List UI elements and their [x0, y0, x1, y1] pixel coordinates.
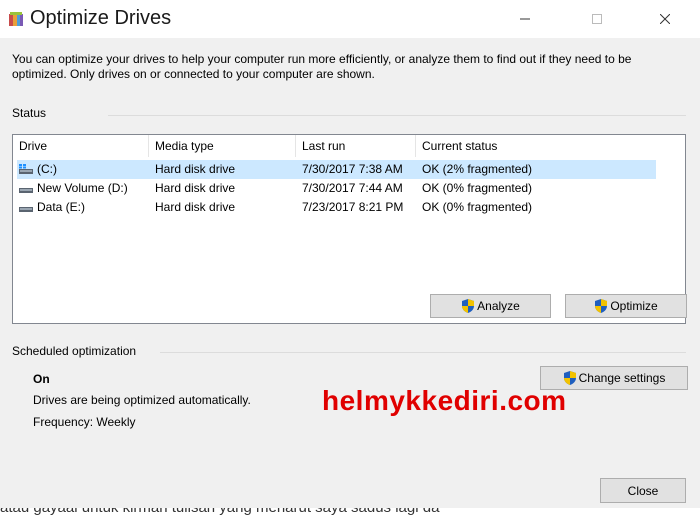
- column-media-type[interactable]: Media type: [149, 135, 296, 157]
- scheduled-separator: [160, 352, 686, 353]
- schedule-frequency: Frequency: Weekly: [33, 415, 136, 429]
- cell-media-type: Hard disk drive: [155, 162, 236, 176]
- dialog-content: You can optimize your drives to help you…: [0, 38, 700, 517]
- cell-media-type: Hard disk drive: [155, 181, 236, 195]
- cell-last-run: 7/23/2017 8:21 PM: [302, 200, 404, 214]
- status-section-label: Status: [12, 106, 47, 120]
- watermark-text: helmykkediri.com: [322, 385, 567, 416]
- table-row[interactable]: (C:) Hard disk drive 7/30/2017 7:38 AM O…: [13, 160, 685, 179]
- cell-media-type: Hard disk drive: [155, 200, 236, 214]
- bottom-page-strip: atau gayaal untuk kirman tulisan yang me…: [0, 508, 700, 517]
- schedule-state: On: [33, 372, 50, 386]
- scheduled-section-label: Scheduled optimization: [12, 344, 137, 358]
- status-separator: [108, 115, 686, 116]
- close-button[interactable]: Close: [600, 478, 686, 503]
- uac-shield-icon: [563, 371, 576, 385]
- maximize-icon: [592, 14, 602, 24]
- drive-icon: [19, 207, 33, 212]
- bottom-strip-text: atau gayaal untuk kirman tulisan yang me…: [0, 508, 439, 516]
- cell-status: OK (2% fragmented): [422, 162, 533, 176]
- change-settings-label: Change settings: [578, 371, 666, 385]
- uac-shield-icon: [462, 299, 475, 313]
- close-window-button[interactable]: [642, 0, 688, 38]
- cell-status: OK (0% fragmented): [422, 181, 533, 195]
- column-last-run[interactable]: Last run: [296, 135, 416, 157]
- windows-drive-icon: [19, 164, 33, 174]
- title-bar: Optimize Drives: [0, 0, 700, 38]
- column-drive[interactable]: Drive: [13, 135, 149, 157]
- drive-icon: [19, 188, 33, 193]
- defrag-app-icon: [9, 12, 23, 26]
- maximize-button[interactable]: [574, 0, 620, 38]
- cell-drive: New Volume (D:): [37, 181, 128, 195]
- minimize-icon: [520, 18, 530, 20]
- optimize-button[interactable]: Optimize: [565, 294, 687, 318]
- close-icon: [660, 14, 670, 24]
- uac-shield-icon: [595, 299, 608, 313]
- cell-last-run: 7/30/2017 7:38 AM: [302, 162, 403, 176]
- cell-drive: Data (E:): [37, 200, 86, 214]
- table-row[interactable]: Data (E:) Hard disk drive 7/23/2017 8:21…: [13, 198, 685, 217]
- table-row[interactable]: New Volume (D:) Hard disk drive 7/30/201…: [13, 179, 685, 198]
- cell-last-run: 7/30/2017 7:44 AM: [302, 181, 403, 195]
- cell-status: OK (0% fragmented): [422, 200, 533, 214]
- description-text: You can optimize your drives to help you…: [12, 52, 632, 81]
- schedule-info: Drives are being optimized automatically…: [33, 393, 251, 407]
- analyze-label: Analyze: [477, 299, 520, 313]
- cell-drive: (C:): [37, 162, 57, 176]
- analyze-button[interactable]: Analyze: [430, 294, 551, 318]
- column-current-status[interactable]: Current status: [416, 135, 686, 157]
- list-header: Drive Media type Last run Current status: [13, 135, 685, 157]
- minimize-button[interactable]: [502, 0, 548, 38]
- window-title: Optimize Drives: [30, 7, 172, 29]
- optimize-label: Optimize: [610, 299, 658, 313]
